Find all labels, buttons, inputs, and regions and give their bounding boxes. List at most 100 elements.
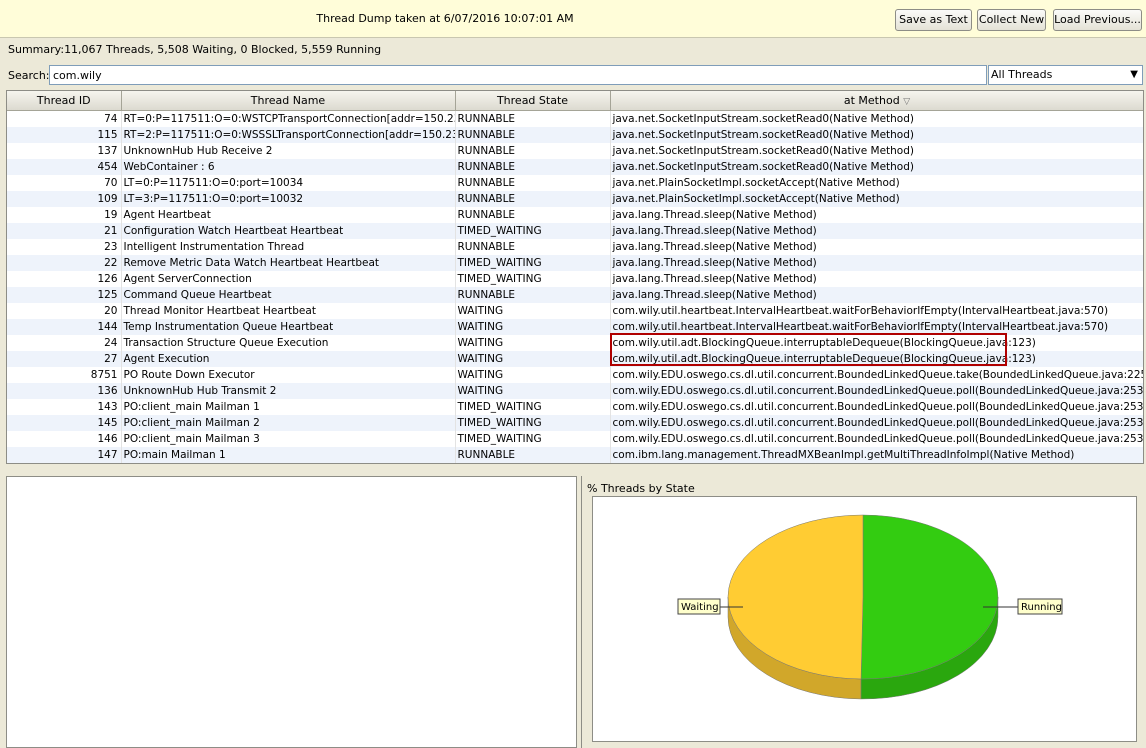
chart-pane: % Threads by State Waiting Running	[581, 476, 1146, 748]
chart-title: % Threads by State	[587, 482, 695, 495]
column-header-thread-name[interactable]: Thread Name	[121, 91, 456, 111]
summary-text: Summary:11,067 Threads, 5,508 Waiting, 0…	[8, 43, 382, 56]
table-row[interactable]: 144 Temp Instrumentation Queue Heartbeat W…	[7, 319, 1143, 335]
cell-thread-state: RUNNABLE	[455, 239, 611, 255]
table-row[interactable]: 23 Intelligent Instrumentation Thread RUNN…	[7, 239, 1143, 255]
column-header-thread-id[interactable]: Thread ID	[7, 91, 122, 111]
cell-thread-state: TIMED_WAITING	[455, 271, 611, 287]
cell-at-method: com.wily.EDU.oswego.cs.dl.util.concurren…	[610, 367, 1143, 383]
cell-thread-id: 70	[7, 175, 122, 191]
cell-at-method: java.net.SocketInputStream.socketRead0(N…	[610, 110, 1143, 127]
cell-thread-id: 144	[7, 319, 122, 335]
table-row[interactable]: 24 Transaction Structure Queue Execution W…	[7, 335, 1143, 351]
pane-splitter[interactable]	[0, 466, 1146, 474]
cell-at-method: java.lang.Thread.sleep(Native Method)	[610, 207, 1143, 223]
cell-thread-state: RUNNABLE	[455, 143, 611, 159]
cell-at-method: com.wily.EDU.oswego.cs.dl.util.concurren…	[610, 415, 1143, 431]
table-row[interactable]: 21 Configuration Watch Heartbeat Heartbea…	[7, 223, 1143, 239]
chevron-down-icon[interactable]: ▼	[1130, 66, 1138, 84]
cell-at-method: java.lang.Thread.sleep(Native Method)	[610, 271, 1143, 287]
table-row[interactable]: 126 Agent ServerConnection TIMED_WAITING ja…	[7, 271, 1143, 287]
table-row[interactable]: 8751 PO Route Down Executor WAITING com.wil…	[7, 367, 1143, 383]
table-row[interactable]: 70 LT=0:P=117511:O=0:port=10034 RUNNABLE ja…	[7, 175, 1143, 191]
cell-thread-name: LT=0:P=117511:O=0:port=10034	[121, 175, 456, 191]
cell-thread-name: LT=3:P=117511:O=0:port=10032	[121, 191, 456, 207]
cell-thread-name: PO:client_main Mailman 1	[121, 399, 456, 415]
table-row[interactable]: 454 WebContainer : 6 RUNNABLE java.net.Sock…	[7, 159, 1143, 175]
load-previous-button[interactable]: Load Previous...	[1053, 9, 1142, 31]
table-row[interactable]: 136 UnknownHub Hub Transmit 2 WAITING com.w…	[7, 383, 1143, 399]
column-header-thread-state[interactable]: Thread State	[455, 91, 611, 111]
table-row[interactable]: 137 UnknownHub Hub Receive 2 RUNNABLE java.…	[7, 143, 1143, 159]
table-row[interactable]: 19 Agent Heartbeat RUNNABLE java.lang.Threa…	[7, 207, 1143, 223]
header-bar: Thread Dump taken at 6/07/2016 10:07:01 …	[0, 0, 1146, 38]
cell-thread-id: 136	[7, 383, 122, 399]
cell-thread-id: 19	[7, 207, 122, 223]
cell-thread-id: 143	[7, 399, 122, 415]
cell-thread-id: 147	[7, 447, 122, 463]
cell-thread-id: 145	[7, 415, 122, 431]
cell-at-method: java.net.PlainSocketImpl.socketAccept(Na…	[610, 175, 1143, 191]
cell-thread-state: RUNNABLE	[455, 127, 611, 143]
cell-thread-name: PO:client_main Mailman 2	[121, 415, 456, 431]
threads-by-state-pie-chart: Waiting Running	[677, 514, 1063, 700]
cell-thread-id: 115	[7, 127, 122, 143]
cell-thread-state: TIMED_WAITING	[455, 399, 611, 415]
collect-new-button[interactable]: Collect New	[977, 9, 1046, 31]
cell-thread-name: PO Route Down Executor	[121, 367, 456, 383]
table-row[interactable]: 125 Command Queue Heartbeat RUNNABLE java.l…	[7, 287, 1143, 303]
search-label: Search:	[8, 69, 50, 82]
table-row[interactable]: 74 RT=0:P=117511:O=0:WSTCPTransportConnec…	[7, 110, 1143, 127]
cell-at-method: java.lang.Thread.sleep(Native Method)	[610, 287, 1143, 303]
save-as-text-button[interactable]: Save as Text	[895, 9, 972, 31]
thread-table: Thread ID Thread Name Thread State at Me…	[6, 90, 1144, 464]
table-row[interactable]: 147 PO:main Mailman 1 RUNNABLE com.ibm.lang…	[7, 447, 1143, 463]
cell-thread-id: 454	[7, 159, 122, 175]
cell-thread-name: UnknownHub Hub Receive 2	[121, 143, 456, 159]
cell-at-method: com.wily.EDU.oswego.cs.dl.util.concurren…	[610, 399, 1143, 415]
table-row[interactable]: 109 LT=3:P=117511:O=0:port=10032 RUNNABLE j…	[7, 191, 1143, 207]
cell-thread-name: Transaction Structure Queue Execution	[121, 335, 456, 351]
cell-thread-id: 125	[7, 287, 122, 303]
cell-at-method: java.lang.Thread.sleep(Native Method)	[610, 255, 1143, 271]
table-row[interactable]: 20 Thread Monitor Heartbeat Heartbeat WAIT…	[7, 303, 1143, 319]
cell-thread-id: 8751	[7, 367, 122, 383]
cell-at-method: com.ibm.lang.management.ThreadMXBeanImpl…	[610, 447, 1143, 463]
cell-thread-state: RUNNABLE	[455, 207, 611, 223]
cell-thread-name: Temp Instrumentation Queue Heartbeat	[121, 319, 456, 335]
thread-filter-select[interactable]: All Threads ▼	[988, 65, 1143, 85]
cell-at-method: com.wily.util.heartbeat.IntervalHeartbea…	[610, 303, 1143, 319]
search-input[interactable]	[49, 65, 987, 85]
cell-thread-name: Thread Monitor Heartbeat Heartbeat	[121, 303, 456, 319]
cell-thread-id: 137	[7, 143, 122, 159]
table-row[interactable]: 145 PO:client_main Mailman 2 TIMED_WAITING…	[7, 415, 1143, 431]
cell-thread-state: RUNNABLE	[455, 110, 611, 127]
cell-thread-id: 74	[7, 110, 122, 127]
table-row[interactable]: 115 RT=2:P=117511:O=0:WSSSLTransportConne…	[7, 127, 1143, 143]
cell-thread-name: Agent ServerConnection	[121, 271, 456, 287]
table-row[interactable]: 146 PO:client_main Mailman 3 TIMED_WAITING…	[7, 431, 1143, 447]
cell-at-method: java.net.SocketInputStream.socketRead0(N…	[610, 127, 1143, 143]
cell-thread-state: RUNNABLE	[455, 191, 611, 207]
table-row[interactable]: 27 Agent Execution WAITING com.wily.util.ad…	[7, 351, 1143, 367]
cell-thread-state: WAITING	[455, 335, 611, 351]
cell-at-method: java.net.SocketInputStream.socketRead0(N…	[610, 143, 1143, 159]
pie-chart-area: Waiting Running	[592, 496, 1137, 742]
cell-thread-id: 20	[7, 303, 122, 319]
cell-at-method: com.wily.util.heartbeat.IntervalHeartbea…	[610, 319, 1143, 335]
cell-thread-state: WAITING	[455, 351, 611, 367]
table-row[interactable]: 143 PO:client_main Mailman 1 TIMED_WAITING…	[7, 399, 1143, 415]
cell-thread-id: 126	[7, 271, 122, 287]
pie-label-waiting: Waiting	[681, 602, 719, 613]
cell-thread-name: Agent Execution	[121, 351, 456, 367]
cell-thread-state: WAITING	[455, 303, 611, 319]
cell-thread-state: WAITING	[455, 319, 611, 335]
thread-filter-value: All Threads	[991, 68, 1053, 81]
table-row[interactable]: 22 Remove Metric Data Watch Heartbeat Hea…	[7, 255, 1143, 271]
column-header-at-method[interactable]: at Method ▽	[610, 91, 1143, 111]
cell-thread-id: 109	[7, 191, 122, 207]
cell-thread-name: UnknownHub Hub Transmit 2	[121, 383, 456, 399]
cell-thread-state: RUNNABLE	[455, 447, 611, 463]
cell-at-method: java.net.SocketInputStream.socketRead0(N…	[610, 159, 1143, 175]
cell-at-method: java.lang.Thread.sleep(Native Method)	[610, 239, 1143, 255]
